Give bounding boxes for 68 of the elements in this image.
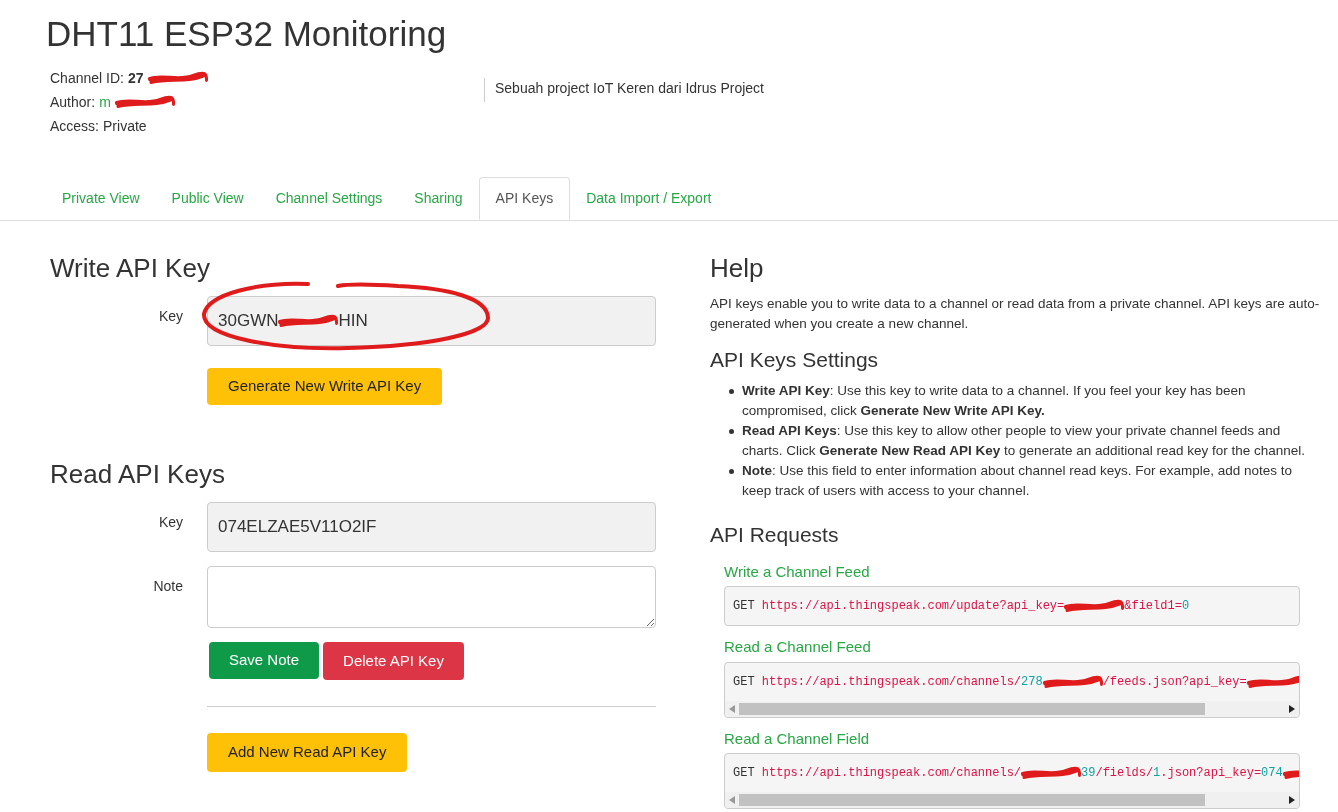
page-title: DHT11 ESP32 Monitoring bbox=[46, 13, 448, 55]
save-note-button[interactable]: Save Note bbox=[209, 641, 320, 679]
url-value: 074 bbox=[1261, 766, 1283, 781]
url-value: 0 bbox=[1181, 599, 1190, 614]
tab[interactable]: Channel Settings bbox=[259, 176, 399, 220]
meta-value: Private bbox=[103, 116, 147, 136]
generate-write-key-button[interactable]: Generate New Write API Key bbox=[207, 367, 443, 405]
horizontal-scrollbar[interactable] bbox=[725, 700, 1299, 717]
key-value-end: HIN bbox=[338, 310, 368, 332]
request-title: Read a Channel Field bbox=[724, 729, 870, 747]
redaction-scribble bbox=[1042, 674, 1103, 689]
section-heading: Write API Key bbox=[50, 251, 211, 285]
meta-label: Access: bbox=[50, 116, 99, 136]
redaction-scribble bbox=[1064, 599, 1125, 614]
field-label: Note bbox=[152, 576, 184, 596]
tab[interactable]: API Keys bbox=[478, 176, 571, 220]
url-text: /feeds.json?api_key= bbox=[1102, 674, 1247, 689]
request-title: Read a Channel Feed bbox=[724, 638, 871, 656]
scroll-left-icon[interactable] bbox=[729, 704, 735, 713]
url-text: &field1= bbox=[1124, 599, 1182, 614]
section-heading: API Keys Settings bbox=[710, 346, 880, 373]
redaction-scribble bbox=[147, 71, 208, 86]
meta-value: 27 bbox=[127, 68, 144, 88]
request-title: Write a Channel Feed bbox=[724, 562, 870, 580]
section-heading: Read API Keys bbox=[50, 457, 226, 491]
key-field[interactable]: 074ELZAE5V11O2IF bbox=[207, 501, 656, 552]
url-text: /fields/ bbox=[1095, 766, 1154, 781]
help-bullet-text: Write API Key: Use this key to write data to a channel. If you feel your key has been compromised, click Generate New Write API Key. bbox=[742, 383, 1246, 419]
redaction-scribble bbox=[1021, 766, 1082, 781]
field-label: Key bbox=[157, 306, 184, 326]
meta-label: Channel ID: bbox=[50, 68, 124, 88]
url-value: 1 bbox=[1153, 766, 1161, 781]
tab[interactable]: Sharing bbox=[398, 176, 479, 220]
url-text: https://api.thingspeak.com/channels/ bbox=[761, 766, 1022, 781]
field-label: Key bbox=[157, 512, 184, 532]
redaction-scribble bbox=[1246, 674, 1299, 689]
key-value-start: 30GWN bbox=[218, 310, 279, 332]
horizontal-scrollbar[interactable] bbox=[725, 792, 1299, 809]
key-field[interactable]: 30GWN HIN bbox=[207, 295, 656, 346]
redaction-scribble bbox=[114, 95, 175, 110]
author-link[interactable]: m bbox=[99, 91, 111, 113]
tab[interactable]: Public View bbox=[155, 176, 260, 220]
scroll-left-icon[interactable] bbox=[729, 796, 735, 805]
meta-label: Author: bbox=[50, 92, 96, 112]
http-verb: GET bbox=[733, 766, 756, 781]
delete-key-button[interactable]: Delete API Key bbox=[323, 641, 464, 680]
url-value: 278 bbox=[1021, 674, 1043, 689]
tab[interactable]: Private View bbox=[46, 176, 156, 220]
url-text: .json?api_key= bbox=[1160, 766, 1262, 781]
help-bullet-text: Read API Keys: Use this key to allow other people to view your private channel feeds and charts. Click Generate New Read API Key to generate an additional read key for the channel. bbox=[742, 423, 1306, 459]
channel-description: Sebuah project IoT Keren dari Idrus Project bbox=[495, 79, 764, 96]
redaction-scribble bbox=[278, 313, 339, 328]
scrollbar-thumb[interactable] bbox=[739, 702, 1205, 715]
http-verb: GET bbox=[733, 599, 756, 614]
url-text: https://api.thingspeak.com/channels/ bbox=[761, 674, 1022, 689]
section-heading: Help bbox=[710, 251, 765, 285]
note-field[interactable] bbox=[207, 565, 656, 628]
url-value: 39 bbox=[1081, 766, 1096, 781]
url-text: https://api.thingspeak.com/update?api_key= bbox=[761, 599, 1065, 614]
tab[interactable]: Data Import / Export bbox=[570, 176, 728, 220]
scrollbar-thumb[interactable] bbox=[739, 794, 1205, 807]
scroll-right-icon[interactable] bbox=[1289, 796, 1295, 805]
help-text: API keys enable you to write data to a channel or read data from a private channel. API keys are auto-generated when you create a new channel. bbox=[710, 294, 1321, 333]
help-bullet-text: Note: Use this field to enter information about channel read keys. For example, add notes to keep track of users with access to your channel. bbox=[742, 463, 1293, 499]
section-heading: API Requests bbox=[710, 522, 840, 549]
add-read-key-button[interactable]: Add New Read API Key bbox=[207, 732, 408, 772]
http-verb: GET bbox=[733, 674, 756, 689]
scroll-right-icon[interactable] bbox=[1289, 704, 1295, 713]
